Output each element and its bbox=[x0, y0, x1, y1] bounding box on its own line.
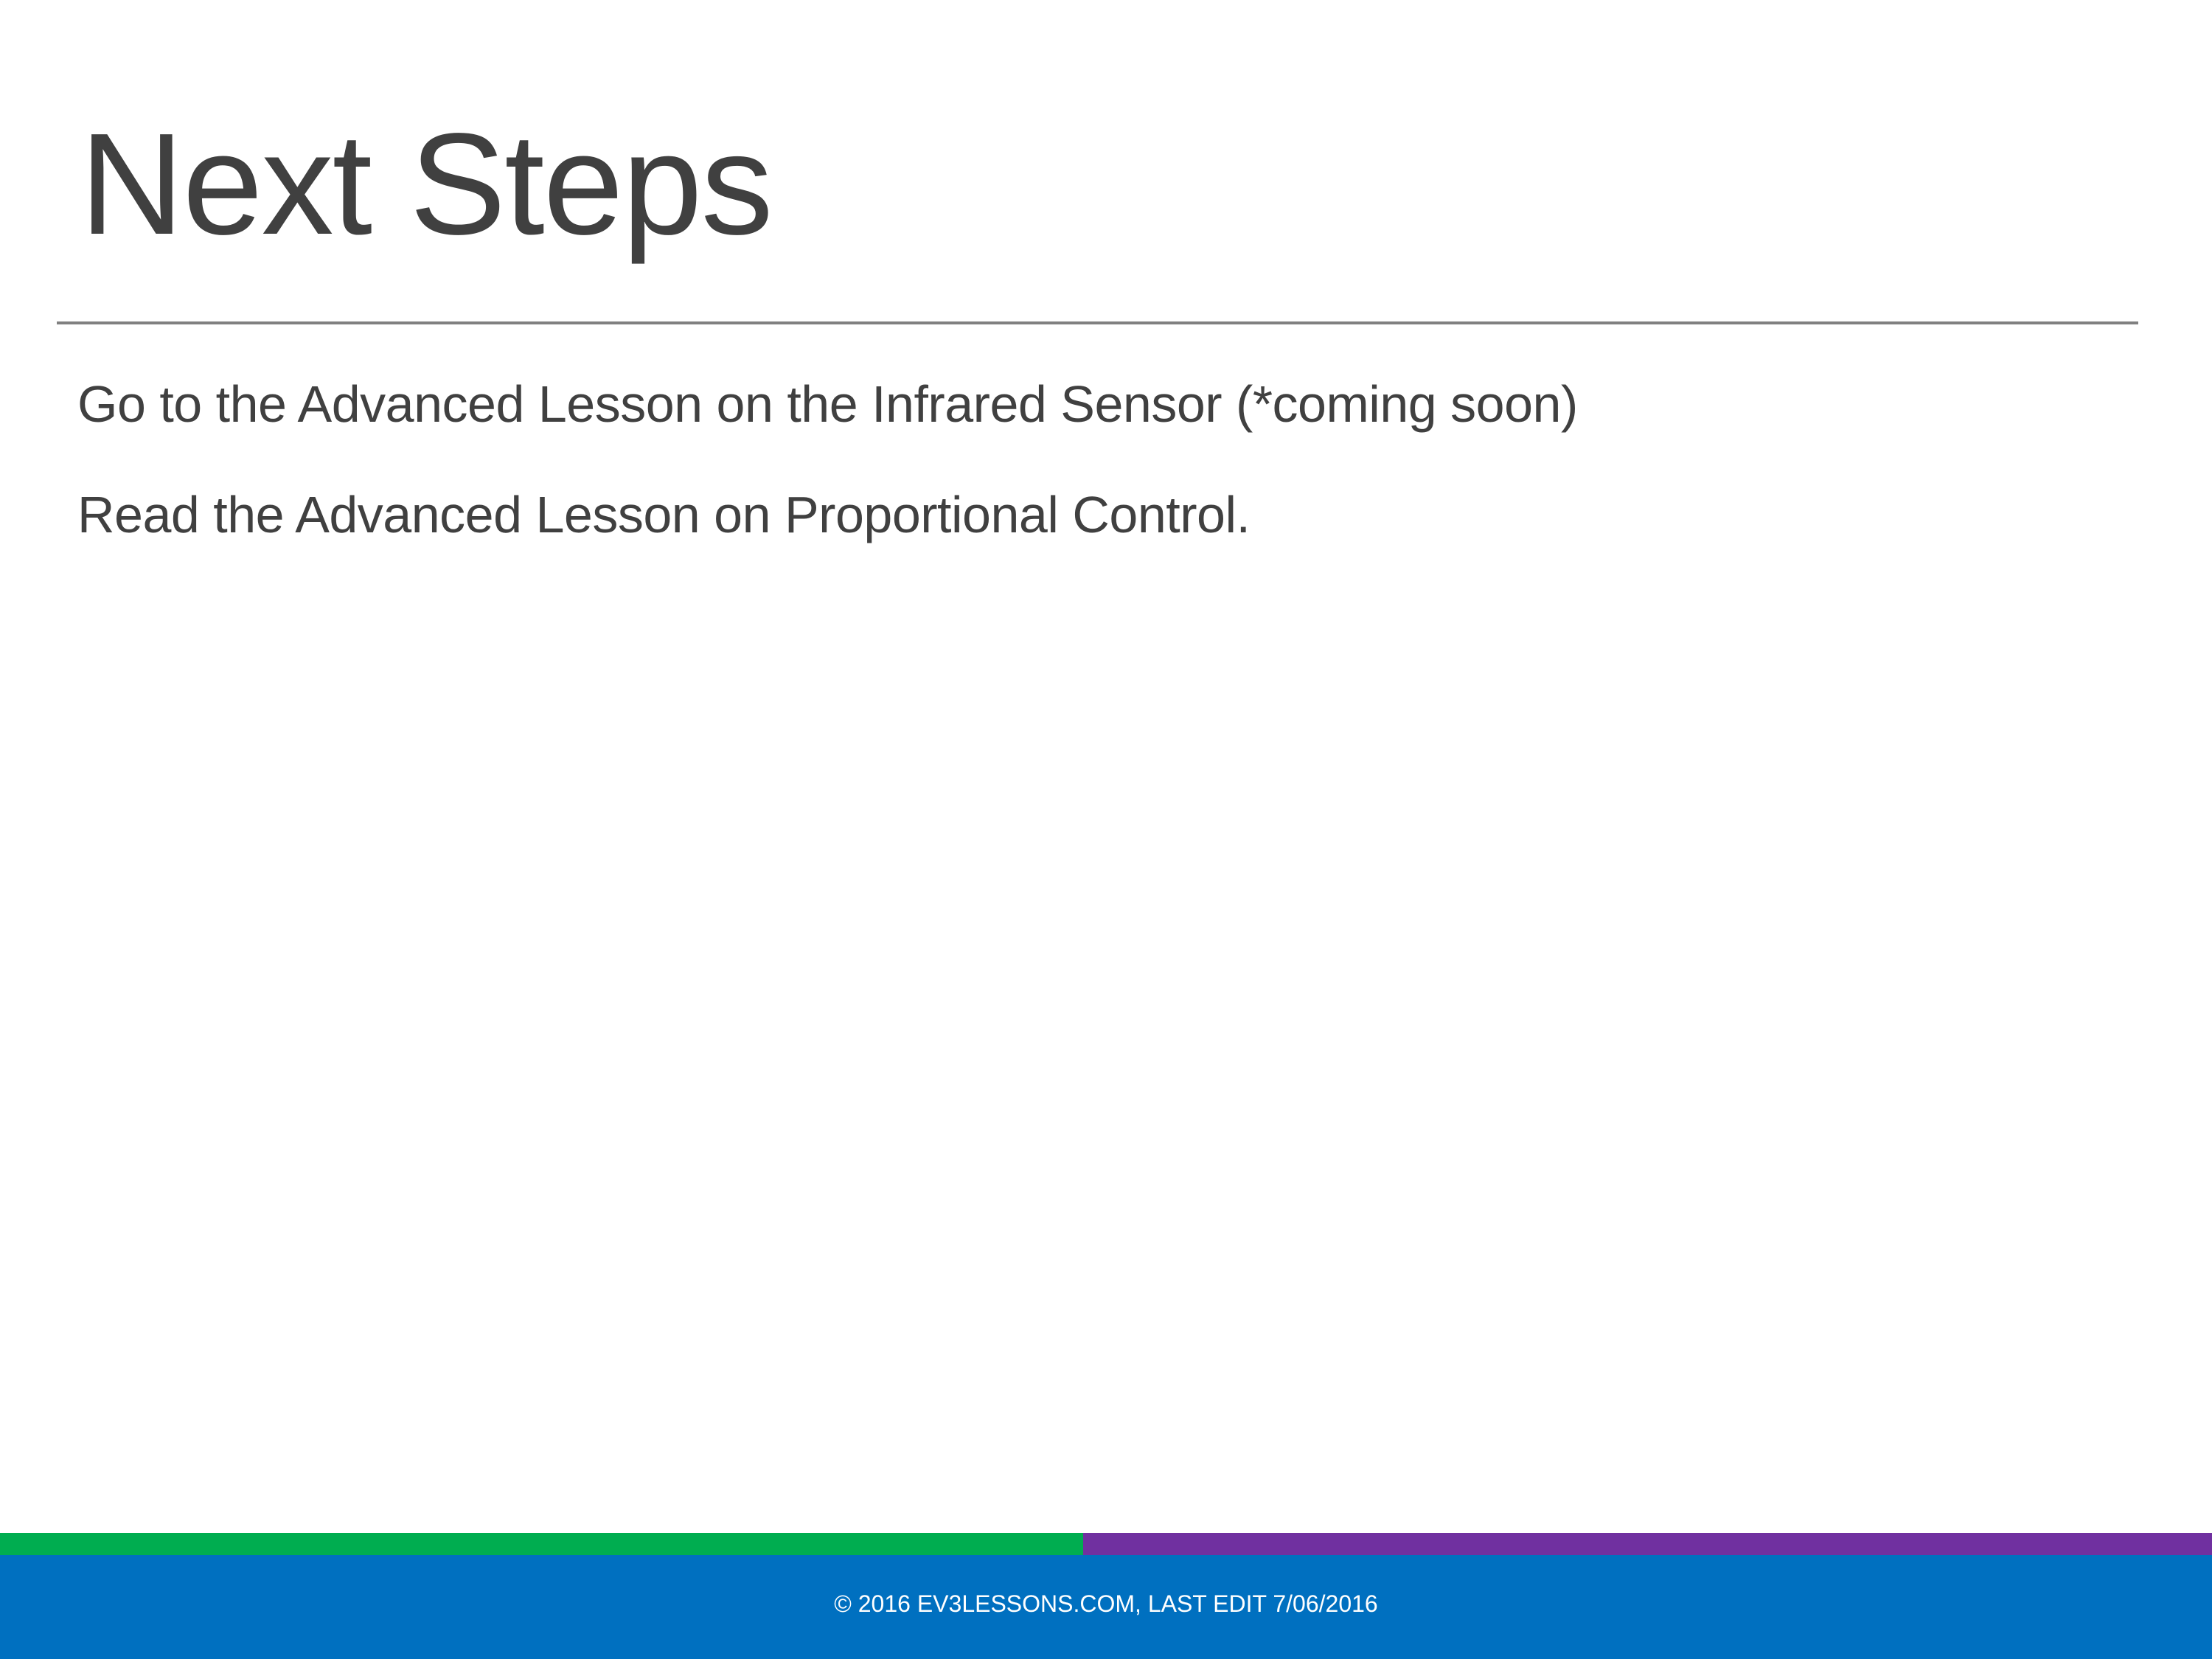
footer-band-green bbox=[0, 1533, 1083, 1555]
body-item-infrared-lesson: Go to the Advanced Lesson on the Infrare… bbox=[77, 375, 1578, 433]
footer-copyright: © 2016 EV3LESSONS.COM, LAST EDIT 7/06/20… bbox=[834, 1590, 1378, 1617]
slide-title: Next Steps bbox=[80, 103, 773, 265]
title-divider bbox=[57, 321, 2138, 324]
body-item-proportional-control: Read the Advanced Lesson on Proportional… bbox=[77, 486, 1251, 543]
footer-band-purple bbox=[1083, 1533, 2212, 1555]
